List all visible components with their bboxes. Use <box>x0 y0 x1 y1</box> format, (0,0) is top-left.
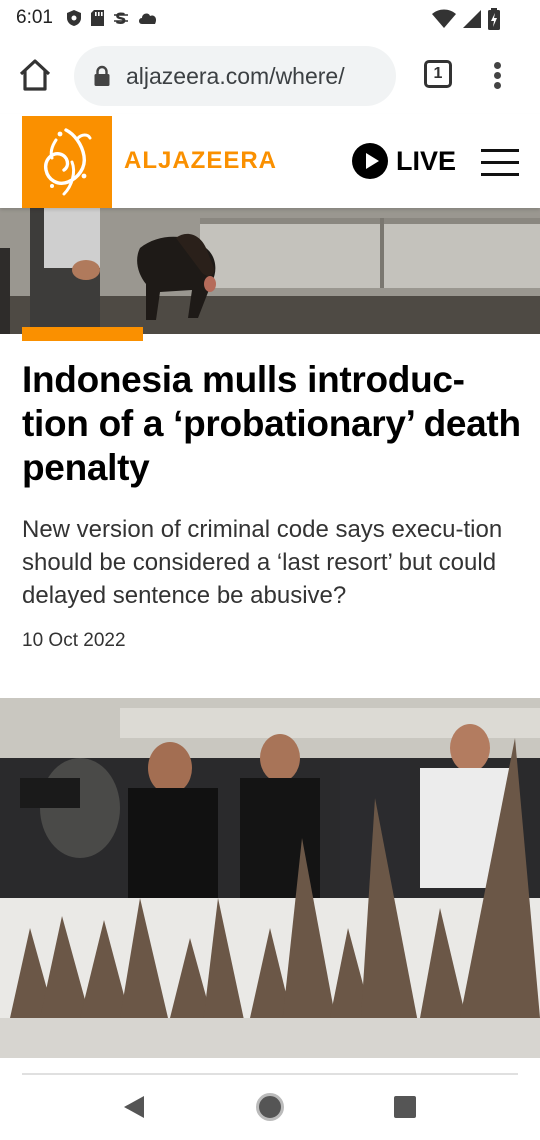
home-icon[interactable] <box>16 56 54 94</box>
live-label: LIVE <box>396 145 457 176</box>
site-header: ALJAZEERA LIVE <box>0 114 540 208</box>
back-icon[interactable] <box>122 1094 146 1120</box>
notification-icons: S <box>66 9 159 27</box>
home-nav-icon[interactable] <box>256 1093 284 1121</box>
play-icon <box>352 143 388 179</box>
article-summary[interactable]: New version of criminal code says execu-… <box>22 513 522 612</box>
status-bar: 6:01 S <box>0 0 540 38</box>
article-title[interactable]: Indonesia mulls introduc-tion of a ‘prob… <box>22 358 522 490</box>
tab-switcher-button[interactable]: 1 <box>424 60 452 88</box>
svg-text:S: S <box>115 9 127 27</box>
cloud-icon <box>139 13 157 24</box>
system-icons <box>432 8 500 30</box>
status-time: 6:01 <box>16 7 53 28</box>
photo-rhino-horns <box>0 698 540 1058</box>
s-icon: S <box>114 9 128 27</box>
url-text[interactable]: aljazeera.com/where/ <box>126 63 388 90</box>
shield-icon <box>67 10 81 26</box>
battery-icon <box>488 8 500 30</box>
overflow-menu-icon[interactable] <box>488 60 508 92</box>
article-date: 10 Oct 2022 <box>22 630 126 651</box>
signal-icon <box>463 10 481 28</box>
lock-icon[interactable] <box>94 65 110 87</box>
address-bar[interactable]: aljazeera.com/where/ <box>74 46 396 106</box>
hamburger-menu-icon[interactable] <box>481 147 519 177</box>
recents-icon[interactable] <box>394 1096 416 1118</box>
divider <box>22 1073 518 1075</box>
article-image-2[interactable] <box>0 698 540 1058</box>
system-nav-bar <box>0 1076 540 1140</box>
sd-card-icon <box>91 10 104 26</box>
article-image[interactable] <box>0 208 540 334</box>
logo-calligraphy-icon <box>44 128 92 196</box>
browser-toolbar: aljazeera.com/where/ 1 <box>0 38 540 114</box>
aljazeera-logo[interactable] <box>22 116 112 208</box>
brand-name[interactable]: ALJAZEERA <box>124 147 277 175</box>
photo-dog-with-handler <box>0 208 540 334</box>
wifi-icon <box>432 9 456 28</box>
category-bar <box>22 327 143 341</box>
live-button[interactable]: LIVE <box>352 143 456 179</box>
